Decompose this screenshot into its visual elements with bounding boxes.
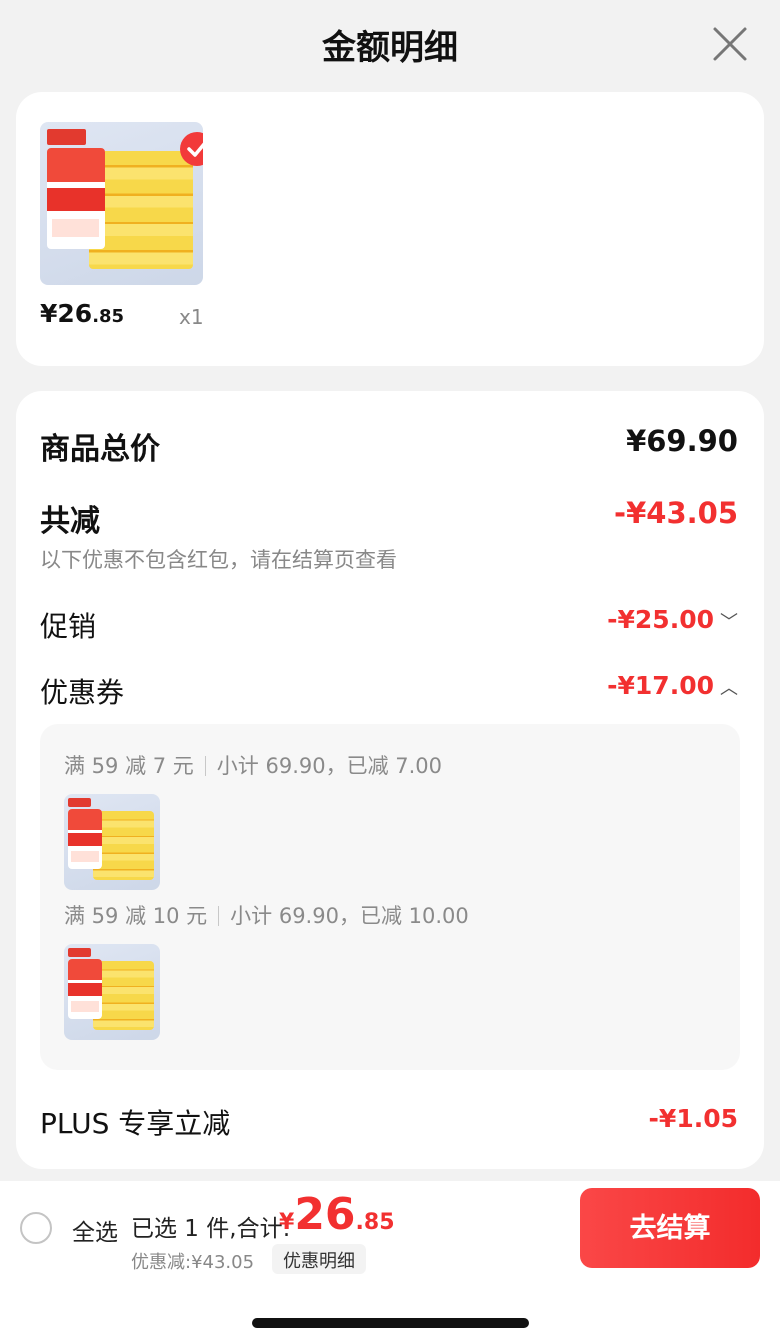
- select-all-radio[interactable]: [20, 1212, 52, 1244]
- total-price-value: ¥69.90: [626, 424, 738, 458]
- coupon-detail: 小计 69.90，已减 7.00: [216, 754, 443, 778]
- chevron-down-icon: ﹀: [720, 612, 738, 633]
- select-all-label[interactable]: 全选: [72, 1213, 118, 1247]
- product-card: ¥26.85 x1: [16, 92, 764, 366]
- coupon-item: 满 59 减 10 元小计 69.90，已减 10.00: [64, 900, 469, 930]
- product-price: ¥26.85: [40, 299, 125, 328]
- discount-detail-button[interactable]: 优惠明细: [272, 1244, 366, 1274]
- total-reduce-value: -¥43.05: [614, 496, 738, 530]
- total-price-label: 商品总价: [40, 432, 160, 467]
- page-title: 金额明细: [322, 28, 458, 68]
- plus-label: PLUS 专享立减: [40, 1107, 231, 1140]
- product-image: [64, 944, 160, 1040]
- coupon-list: 满 59 减 7 元小计 69.90，已减 7.00 满 59 减 10 元小计…: [40, 724, 740, 1070]
- product-image: [40, 122, 203, 285]
- discount-summary: 优惠减:¥43.05: [131, 1252, 255, 1273]
- coupon-rule: 满 59 减 7 元: [64, 754, 194, 778]
- header: 金额明细: [0, 0, 780, 86]
- coupon-product-thumbnail[interactable]: [64, 794, 160, 890]
- coupon-item: 满 59 减 7 元小计 69.90，已减 7.00: [64, 750, 442, 780]
- total-reduce-label: 共减: [40, 504, 100, 539]
- coupon-rule: 满 59 减 10 元: [64, 904, 208, 928]
- plus-value: -¥1.05: [648, 1104, 738, 1133]
- coupon-detail: 小计 69.90，已减 10.00: [230, 904, 469, 928]
- coupon-product-thumbnail[interactable]: [64, 944, 160, 1040]
- home-indicator: [252, 1318, 529, 1328]
- close-button[interactable]: [706, 22, 754, 66]
- price-detail-card: 商品总价 ¥69.90 共减 -¥43.05 以下优惠不包含红包，请在结算页查看…: [16, 391, 764, 1169]
- total-amount: ¥26.85: [279, 1189, 395, 1240]
- reduce-note: 以下优惠不包含红包，请在结算页查看: [40, 548, 397, 572]
- chevron-up-icon: ︿: [720, 678, 738, 699]
- product-thumbnail[interactable]: [40, 122, 203, 285]
- promo-label: 促销: [40, 610, 97, 643]
- coupon-value: -¥17.00: [607, 671, 714, 700]
- coupon-row[interactable]: -¥17.00 ︿: [607, 671, 738, 700]
- promo-value: -¥25.00: [607, 605, 714, 634]
- promo-row[interactable]: -¥25.00 ﹀: [607, 605, 738, 634]
- product-quantity: x1: [179, 305, 204, 329]
- coupon-label: 优惠券: [40, 676, 125, 709]
- selected-check-icon[interactable]: [180, 132, 203, 166]
- product-image: [64, 794, 160, 890]
- close-icon: [713, 27, 747, 61]
- selected-summary: 已选 1 件,合计:: [131, 1216, 291, 1242]
- checkout-button[interactable]: 去结算: [580, 1188, 760, 1268]
